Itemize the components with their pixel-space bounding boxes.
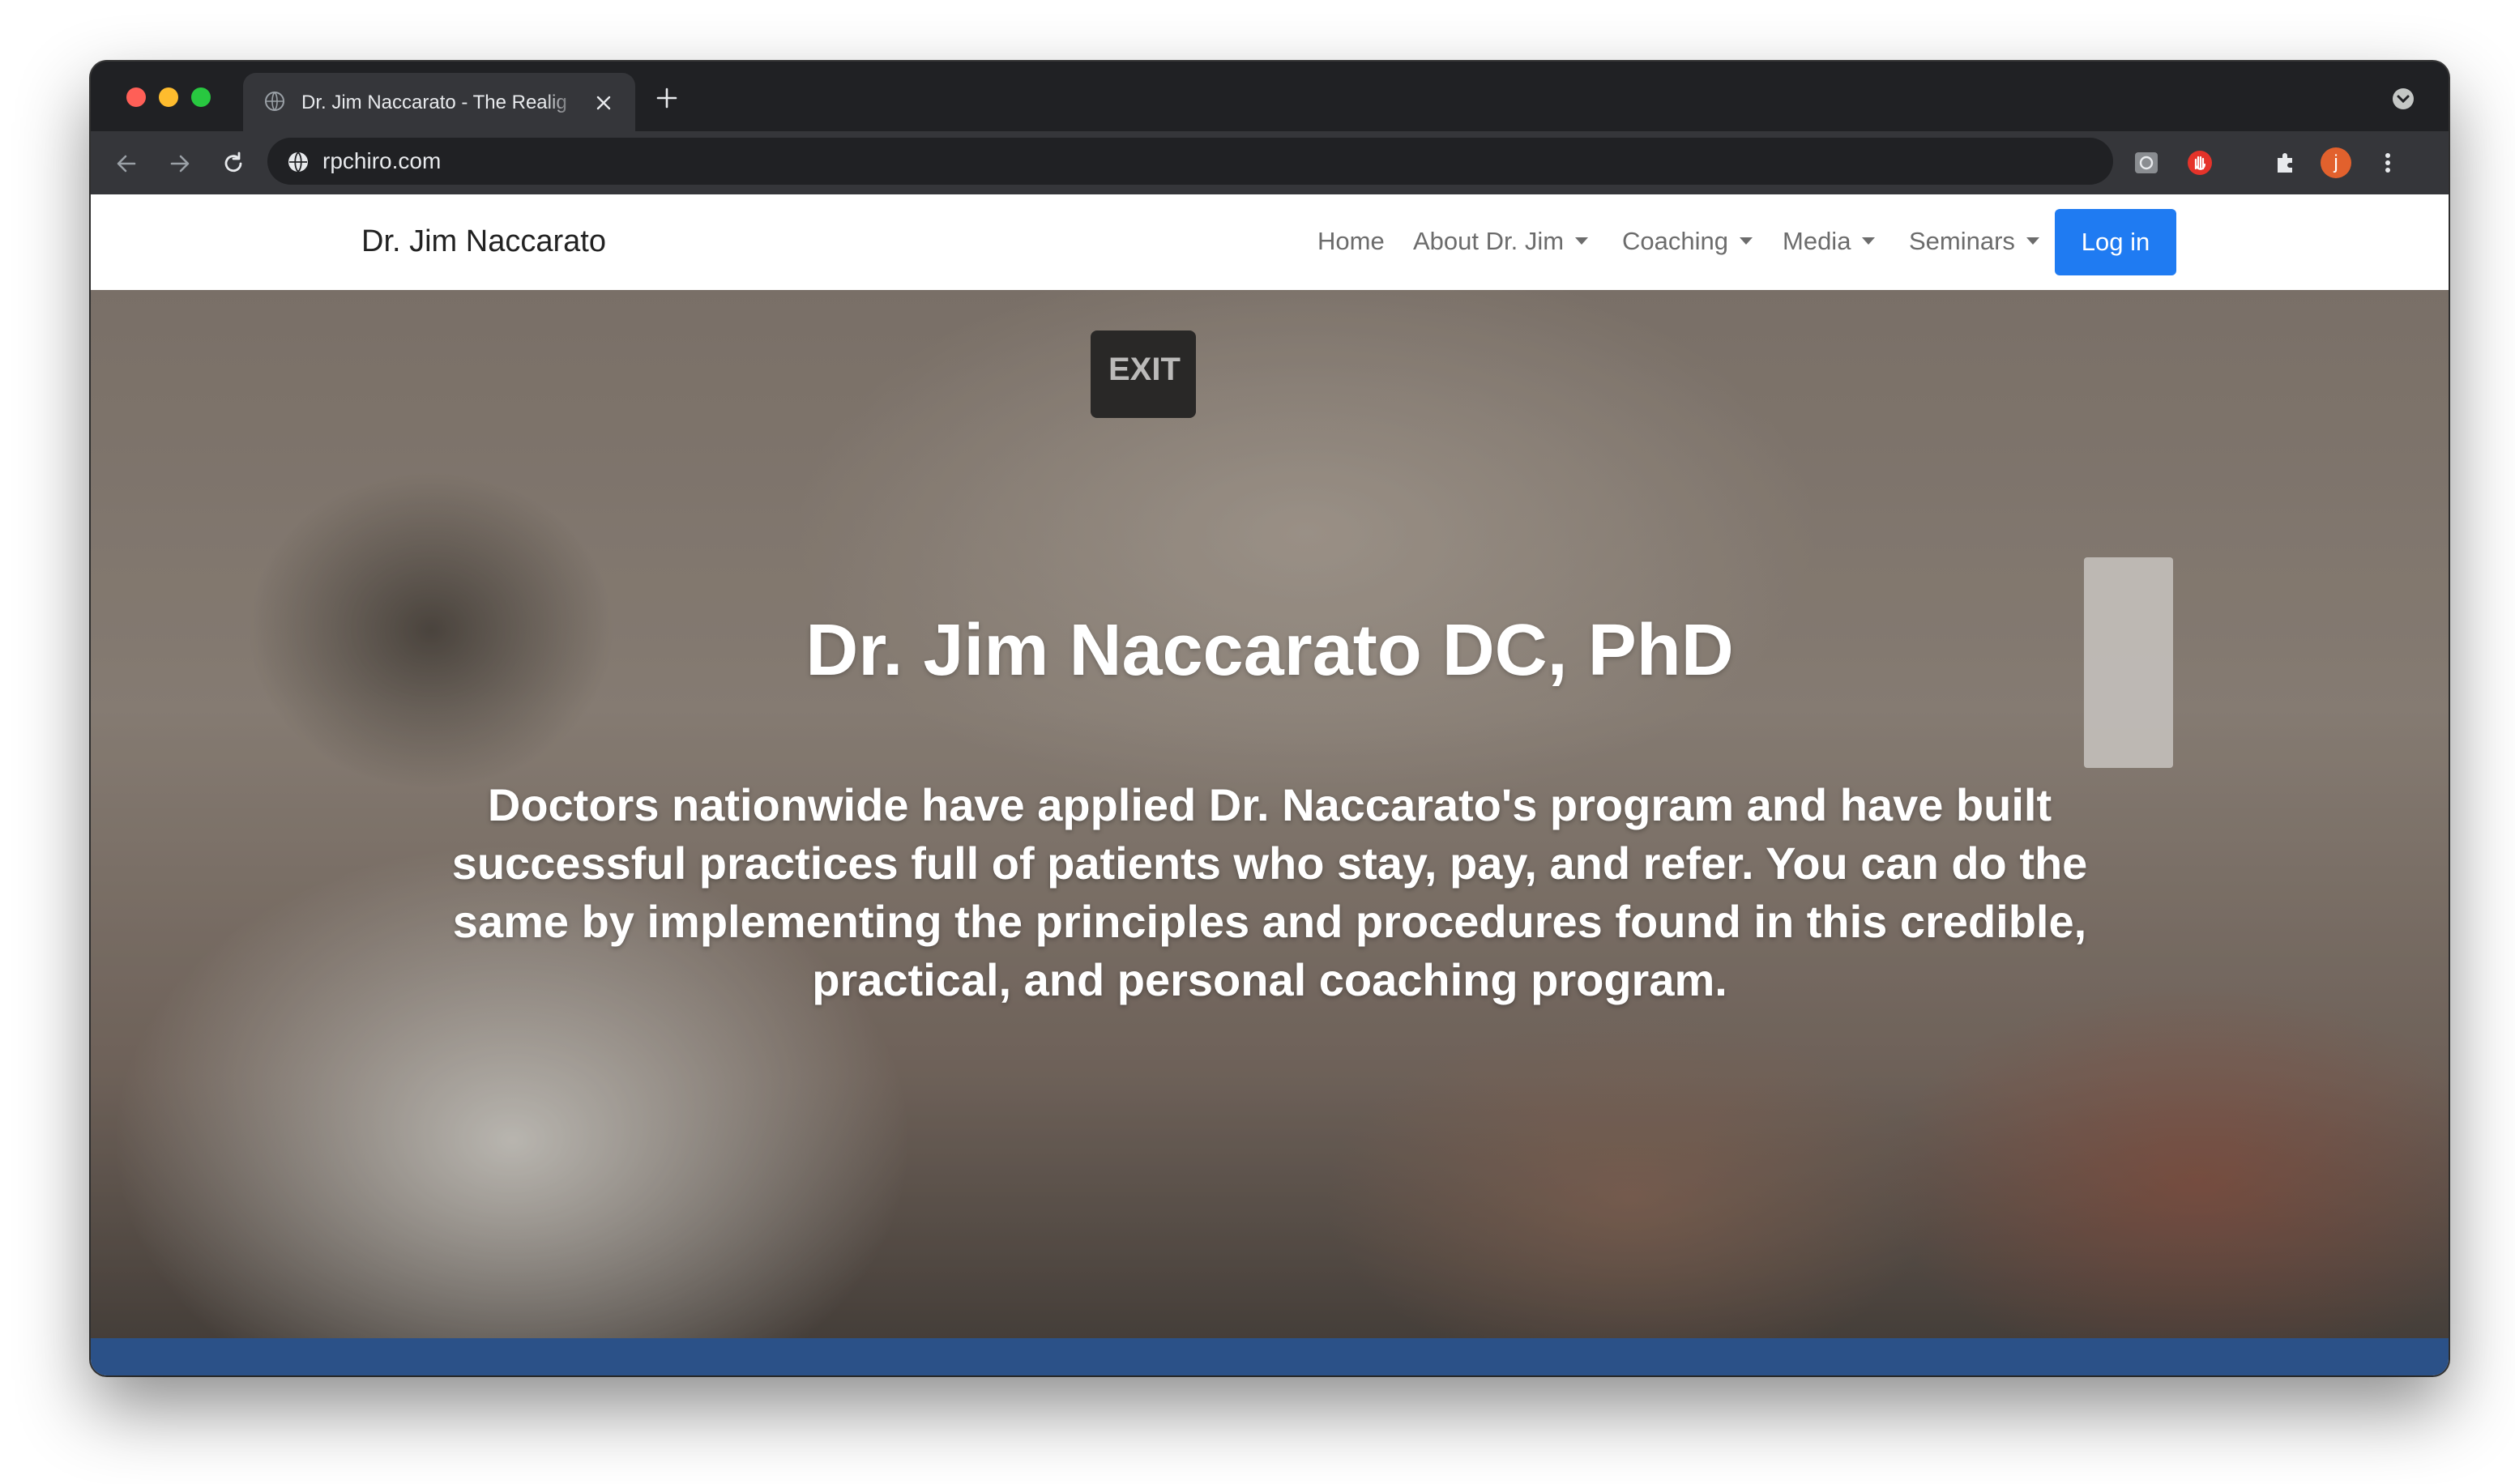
browser-toolbar: rpchiro.com j (91, 131, 2449, 194)
nav-seminars[interactable]: Seminars (1909, 225, 2039, 258)
tab-title-fade (544, 86, 580, 118)
caret-down-icon (2026, 237, 2039, 245)
window-maximize-button[interactable] (191, 87, 211, 107)
hero-title: Dr. Jim Naccarato DC, PhD (805, 610, 1734, 691)
nav-home[interactable]: Home (1317, 225, 1385, 258)
url-text[interactable]: rpchiro.com (322, 147, 441, 175)
nav-home-label: Home (1317, 227, 1385, 255)
profile-avatar[interactable]: j (2321, 147, 2351, 178)
nav-media[interactable]: Media (1783, 225, 1876, 258)
tab-title: Dr. Jim Naccarato - The Realig (301, 92, 567, 113)
nav-about[interactable]: About Dr. Jim (1413, 225, 1589, 258)
site-brand[interactable]: Dr. Jim Naccarato (361, 224, 606, 259)
login-button[interactable]: Log in (2055, 209, 2176, 275)
caret-down-icon (1862, 237, 1876, 245)
caret-down-icon (1575, 237, 1589, 245)
nav-media-label: Media (1783, 227, 1851, 255)
close-icon[interactable] (593, 92, 614, 113)
site-navbar: Dr. Jim Naccarato Home About Dr. Jim Coa… (91, 194, 2449, 291)
extensions-puzzle-icon[interactable] (2272, 149, 2299, 177)
caret-down-icon (1739, 237, 1753, 245)
more-menu-icon[interactable] (2374, 149, 2402, 177)
web-page: Dr. Jim Naccarato Home About Dr. Jim Coa… (91, 194, 2449, 1375)
hero-text: Doctors nationwide have applied Dr. Nacc… (451, 779, 2088, 1005)
window-minimize-button[interactable] (159, 87, 178, 107)
forward-arrow-icon[interactable] (165, 149, 194, 178)
section-band (91, 1338, 2449, 1375)
tab-search-icon[interactable] (2392, 87, 2415, 110)
adblock-extension-icon[interactable] (2186, 149, 2214, 177)
hero-section: EXIT Dr. Jim Naccarato DC, PhD Doctors n… (91, 290, 2449, 1338)
nav-about-label: About Dr. Jim (1413, 227, 1565, 255)
new-tab-icon[interactable] (655, 86, 679, 110)
globe-icon (265, 92, 284, 111)
address-bar[interactable]: rpchiro.com (267, 138, 2113, 185)
screenshot-extension-icon[interactable] (2133, 149, 2160, 177)
reload-icon[interactable] (219, 149, 248, 178)
browser-tab[interactable]: Dr. Jim Naccarato - The Realig (243, 73, 635, 131)
nav-coaching-label: Coaching (1622, 227, 1728, 255)
tab-strip: Dr. Jim Naccarato - The Realig (91, 62, 2449, 131)
browser-window: Dr. Jim Naccarato - The Realig rpchiro.c… (91, 62, 2449, 1375)
window-close-button[interactable] (126, 87, 146, 107)
nav-seminars-label: Seminars (1909, 227, 2015, 255)
site-info-icon[interactable] (287, 151, 310, 173)
back-arrow-icon[interactable] (112, 149, 141, 178)
nav-coaching[interactable]: Coaching (1622, 225, 1753, 258)
